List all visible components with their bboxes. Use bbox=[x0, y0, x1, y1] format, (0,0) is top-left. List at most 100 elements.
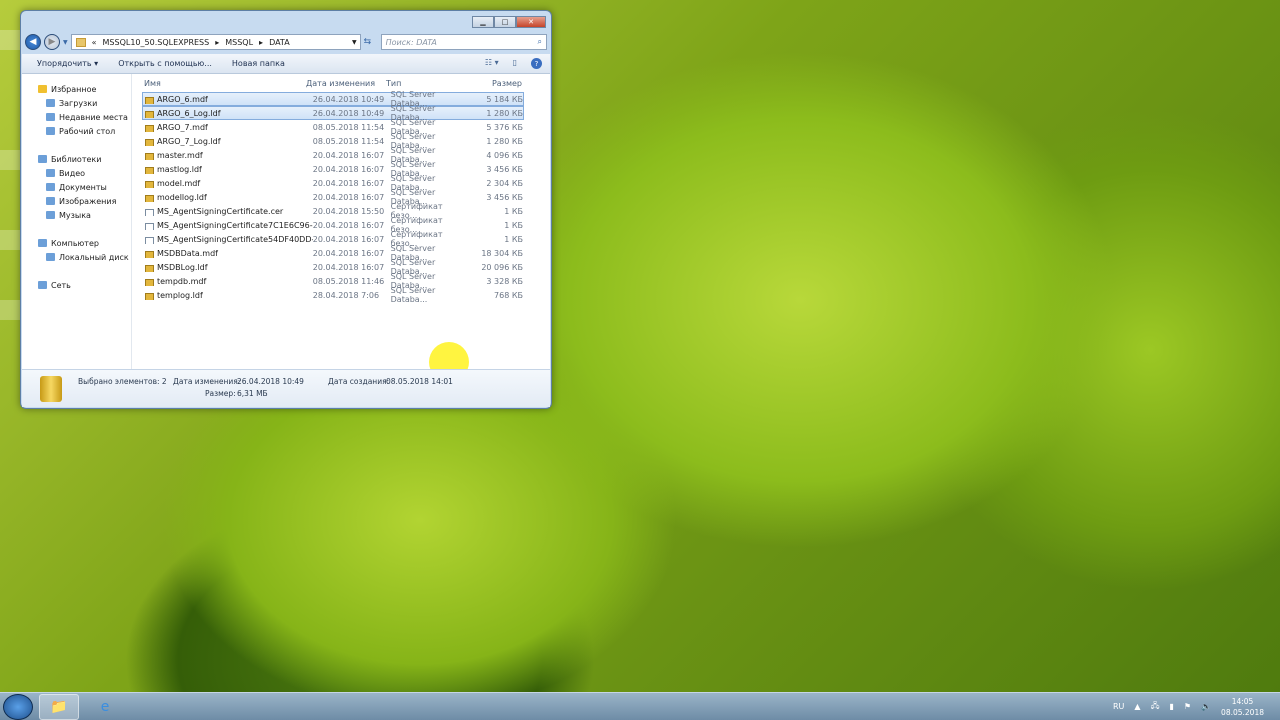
modified-value: 26.04.2018 10:49 bbox=[237, 377, 304, 386]
new-folder-button[interactable]: Новая папка bbox=[232, 59, 285, 68]
breadcrumb-mssql10[interactable]: MSSQL10_50.SQLEXPRESS bbox=[103, 38, 210, 47]
file-date: 20.04.2018 16:07 bbox=[312, 164, 385, 174]
chevron-down-icon[interactable]: ▼ bbox=[352, 39, 360, 46]
file-date: 20.04.2018 16:07 bbox=[312, 262, 385, 272]
sidebar-item-label: Недавние места bbox=[59, 112, 128, 122]
details-pane: Выбрано элементов: 2 Дата изменения: 26.… bbox=[22, 369, 550, 407]
search-icon[interactable]: ⌕ bbox=[538, 37, 542, 47]
certificate-icon bbox=[145, 208, 154, 216]
file-name: mastlog.ldf bbox=[143, 165, 313, 174]
maximize-button[interactable]: □ bbox=[494, 16, 516, 28]
breadcrumb-mssql[interactable]: MSSQL bbox=[225, 38, 253, 47]
title-bar[interactable]: ▁ □ ✕ bbox=[21, 11, 551, 33]
folder-icon bbox=[46, 253, 55, 261]
database-file-icon bbox=[145, 110, 154, 118]
close-button[interactable]: ✕ bbox=[516, 16, 546, 28]
taskbar-explorer[interactable]: 📁 bbox=[39, 693, 79, 720]
file-date: 28.04.2018 7:06 bbox=[312, 290, 380, 300]
taskbar-internet-explorer[interactable]: e bbox=[85, 694, 125, 720]
network-icon[interactable]: 🖧 bbox=[1151, 700, 1160, 714]
sidebar-item[interactable]: Загрузки bbox=[22, 96, 131, 110]
sidebar-item[interactable]: Избранное bbox=[22, 82, 131, 96]
sidebar-item[interactable]: Музыка bbox=[22, 208, 131, 222]
help-icon[interactable]: ? bbox=[531, 58, 542, 69]
file-name: ARGO_7.mdf bbox=[143, 123, 313, 132]
preview-pane-icon[interactable]: ▯ bbox=[513, 58, 517, 69]
sidebar-item[interactable]: Библиотеки bbox=[22, 152, 131, 166]
path-overflow[interactable]: « bbox=[92, 38, 97, 47]
sidebar-item[interactable]: Компьютер bbox=[22, 236, 131, 250]
back-button[interactable]: ◀ bbox=[25, 34, 41, 50]
file-name-text: templog.ldf bbox=[157, 290, 203, 300]
file-list: Имя Дата изменения Тип Размер ARGO_6.mdf… bbox=[132, 74, 550, 382]
refresh-button[interactable]: ⇆ bbox=[364, 37, 378, 47]
file-name-text: MSDBData.mdf bbox=[157, 248, 218, 258]
open-with-button[interactable]: Открыть с помощью... bbox=[118, 59, 212, 68]
breadcrumb-separator[interactable]: ▸ bbox=[259, 38, 263, 47]
view-options-icon[interactable]: ☷ ▾ bbox=[485, 58, 499, 69]
recent-pages-dropdown[interactable]: ▼ bbox=[63, 39, 68, 46]
show-hidden-icons[interactable]: ▲ bbox=[1134, 702, 1140, 711]
sidebar-item[interactable]: Видео bbox=[22, 166, 131, 180]
created-value: 08.05.2018 14:01 bbox=[386, 377, 453, 386]
sidebar-item-label: Компьютер bbox=[51, 238, 99, 248]
file-name: tempdb.mdf bbox=[143, 277, 313, 286]
breadcrumb-separator[interactable]: ▸ bbox=[215, 38, 219, 47]
sidebar-item[interactable]: Рабочий стол bbox=[22, 124, 131, 138]
breadcrumb-data[interactable]: DATA bbox=[269, 38, 290, 47]
address-path[interactable]: « MSSQL10_50.SQLEXPRESS ▸ MSSQL ▸ DATA ▼ bbox=[70, 34, 361, 50]
start-button[interactable] bbox=[3, 693, 33, 720]
volume-icon[interactable]: 🔈 bbox=[1201, 702, 1211, 711]
clock-time: 14:05 bbox=[1231, 696, 1254, 706]
column-type[interactable]: Тип bbox=[386, 79, 466, 88]
folder-icon bbox=[46, 127, 55, 135]
organize-button[interactable]: Упорядочить ▾ bbox=[37, 59, 98, 68]
sidebar-item-label: Музыка bbox=[59, 210, 91, 220]
sidebar-item[interactable]: Локальный диск (C bbox=[22, 250, 131, 264]
file-name-text: MSDBLog.ldf bbox=[157, 262, 208, 272]
folder-icon bbox=[46, 183, 55, 191]
file-name: ARGO_7_Log.ldf bbox=[143, 137, 313, 146]
database-file-icon bbox=[145, 124, 154, 132]
action-center-icon[interactable]: ⚑ bbox=[1184, 702, 1191, 711]
sidebar-item-label: Локальный диск (C bbox=[59, 252, 131, 262]
file-date: 20.04.2018 16:07 bbox=[312, 192, 385, 202]
forward-button[interactable]: ▶ bbox=[44, 34, 60, 50]
sidebar-item[interactable]: Сеть bbox=[22, 278, 131, 292]
file-name: model.mdf bbox=[143, 179, 313, 188]
minimize-button[interactable]: ▁ bbox=[472, 16, 494, 28]
database-file-icon bbox=[145, 292, 154, 300]
desktop-icon[interactable] bbox=[0, 150, 20, 170]
search-input[interactable]: Поиск: DATA ⌕ bbox=[380, 34, 547, 50]
sidebar-item[interactable]: Документы bbox=[22, 180, 131, 194]
folder-icon bbox=[75, 37, 86, 47]
desktop-icon[interactable] bbox=[0, 230, 20, 250]
column-size[interactable]: Размер bbox=[466, 79, 522, 88]
desktop-icon[interactable] bbox=[0, 30, 20, 50]
size-value: 6,31 МБ bbox=[237, 389, 268, 398]
power-icon[interactable]: ▮ bbox=[1170, 702, 1174, 711]
folder-icon bbox=[46, 113, 55, 121]
clock[interactable]: 14:05 08.05.2018 bbox=[1221, 696, 1264, 718]
language-indicator[interactable]: RU bbox=[1113, 702, 1124, 711]
file-name-text: ARGO_7.mdf bbox=[157, 122, 208, 132]
database-file-icon bbox=[145, 152, 154, 160]
file-row[interactable]: templog.ldf 28.04.2018 7:06 SQL Server D… bbox=[142, 286, 524, 304]
database-file-icon bbox=[145, 96, 154, 104]
desktop-icon[interactable] bbox=[0, 300, 20, 320]
column-date[interactable]: Дата изменения bbox=[306, 79, 386, 88]
file-name-text: ARGO_6_Log.ldf bbox=[157, 108, 221, 118]
column-name[interactable]: Имя bbox=[132, 79, 306, 88]
file-size: 20 096 КБ bbox=[481, 262, 524, 272]
folder-icon bbox=[38, 239, 47, 247]
file-date: 08.05.2018 11:54 bbox=[312, 136, 385, 146]
sidebar-item-label: Избранное bbox=[51, 84, 97, 94]
sidebar-item[interactable]: Недавние места bbox=[22, 110, 131, 124]
sidebar-item[interactable]: Изображения bbox=[22, 194, 131, 208]
address-bar-row: ◀ ▶ ▼ « MSSQL10_50.SQLEXPRESS ▸ MSSQL ▸ … bbox=[25, 33, 547, 51]
file-name: master.mdf bbox=[143, 151, 313, 160]
file-name-text: MS_AgentSigningCertificate.cer bbox=[157, 206, 284, 216]
database-file-icon bbox=[145, 166, 154, 174]
sidebar-item-label: Сеть bbox=[51, 280, 71, 290]
file-type: SQL Server Databa... bbox=[390, 286, 436, 304]
